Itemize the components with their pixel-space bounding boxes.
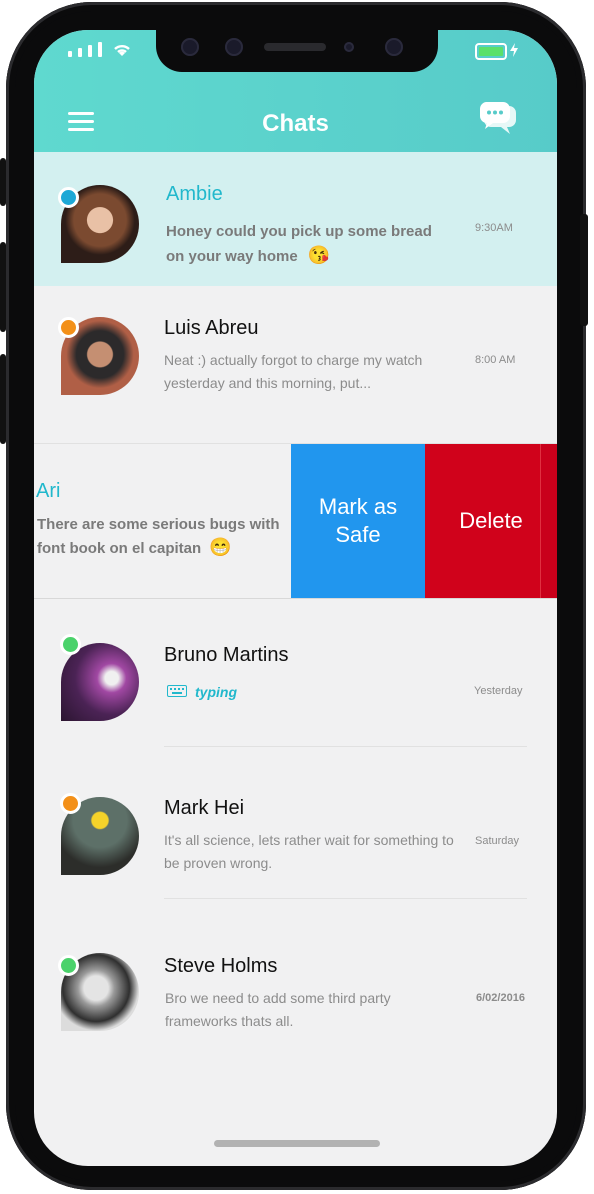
notch [156,30,438,72]
message-line-1: Bro we need to add some third party [165,990,391,1006]
chat-row-bruno-martins[interactable]: Bruno Martins typing Yesterday [34,599,557,747]
keyboard-icon [167,685,187,697]
chat-row-ari[interactable]: Ari There are some serious bugs with fon… [34,444,291,598]
wifi-icon [114,44,130,56]
message-line-1: It's all science, lets rather wait for s… [164,832,454,848]
status-dot [58,187,79,208]
timestamp: 9:30AM [475,222,513,234]
typing-indicator: typing [195,684,237,700]
charging-icon [510,43,518,57]
message-line-1: Honey could you pick up some bread [166,223,432,240]
home-indicator[interactable] [214,1140,380,1147]
side-button-volume-up [0,242,6,332]
chat-row-luis-abreu[interactable]: Luis Abreu Neat :) actually forgot to ch… [34,286,557,444]
contact-name: Steve Holms [164,955,278,977]
timestamp: Saturday [475,835,520,847]
side-button-mute [0,158,6,206]
mark-as-safe-button[interactable]: Mark as Safe [291,444,425,598]
proximity-sensor [344,42,354,52]
status-dot [60,793,81,814]
message-line-1: There are some serious bugs with [37,516,280,533]
contact-name: Ari [36,480,61,502]
chat-row-steve-holms[interactable]: Steve Holms Bro we need to add some thir… [34,899,557,1059]
message-line-2: font book on el capitan 😁 [37,536,232,560]
battery-icon [475,43,507,60]
front-camera-main [385,38,403,56]
front-camera-left [181,38,199,56]
status-dot [60,634,81,655]
timestamp: Yesterday [474,685,523,697]
mark-as-safe-label: Mark as Safe [318,494,398,547]
contact-name: Mark Hei [164,797,245,819]
message-line-2-text: font book on el capitan [37,540,202,557]
status-dot [58,317,79,338]
grin-emoji-icon: 😁 [209,537,232,557]
delete-button[interactable]: Delete [425,444,557,598]
message-line-2: yesterday and this morning, put... [164,375,371,391]
message-line-2: frameworks thats all. [165,1013,294,1029]
message-line-2-text: on your way home [166,248,298,265]
front-camera-right [225,38,243,56]
side-button-power [580,214,588,326]
chat-row-ambie[interactable]: Ambie Honey could you pick up some bread… [34,152,557,286]
speaker-grille [264,43,326,51]
screen: Chats Ambie Honey could you pick up some… [34,30,557,1166]
timestamp: 6/02/2016 [476,992,525,1004]
timestamp: 8:00 AM [475,354,516,366]
signal-wifi-status [68,42,132,57]
message-line-2: be proven wrong. [164,855,273,871]
contact-name: Luis Abreu [164,317,259,339]
contact-name: Ambie [166,183,223,205]
delete-edge [540,444,557,598]
contact-name: Bruno Martins [164,644,289,666]
new-chat-icon[interactable] [479,102,517,136]
delete-label: Delete [459,508,523,533]
message-line-2: on your way home 😘 [166,244,330,268]
kiss-emoji-icon: 😘 [307,245,331,265]
side-button-volume-down [0,354,6,444]
status-dot [58,955,79,976]
message-line-1: Neat :) actually forgot to charge my wat… [164,352,423,368]
chat-row-mark-hei[interactable]: Mark Hei It's all science, lets rather w… [34,747,557,898]
